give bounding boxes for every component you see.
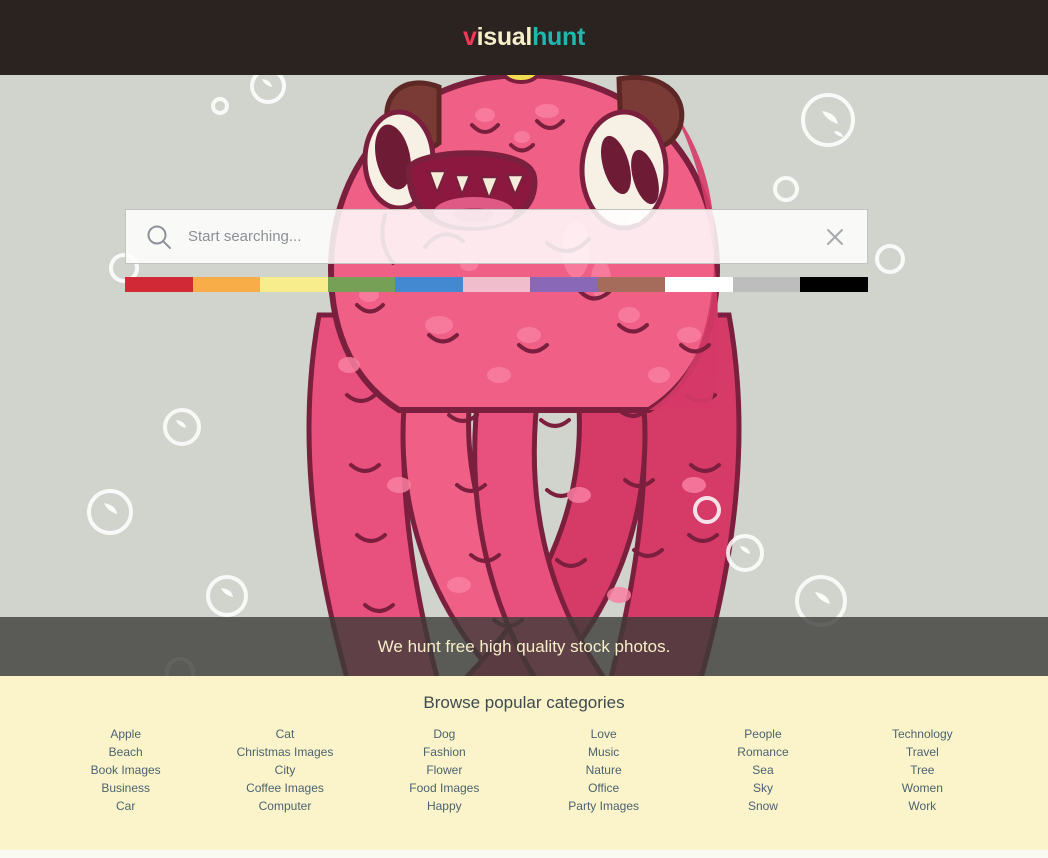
category-link[interactable]: Women <box>843 779 1002 797</box>
category-link[interactable]: Party Images <box>524 797 683 815</box>
category-link[interactable]: Work <box>843 797 1002 815</box>
category-link[interactable]: Beach <box>46 743 205 761</box>
category-link[interactable]: Nature <box>524 761 683 779</box>
category-link[interactable]: Happy <box>365 797 524 815</box>
category-link[interactable]: Computer <box>205 797 364 815</box>
category-link[interactable]: Sea <box>683 761 842 779</box>
color-swatch-black[interactable] <box>800 277 869 292</box>
search-bar[interactable] <box>125 209 868 264</box>
category-link[interactable]: People <box>683 725 842 743</box>
category-column-2: Cat Christmas Images City Coffee Images … <box>205 725 364 815</box>
color-swatch-red[interactable] <box>125 277 193 292</box>
category-link[interactable]: Love <box>524 725 683 743</box>
category-column-4: Love Music Nature Office Party Images <box>524 725 683 815</box>
category-link[interactable]: Travel <box>843 743 1002 761</box>
logo-text-isual: isual <box>476 23 533 51</box>
category-link[interactable]: Christmas Images <box>205 743 364 761</box>
close-icon <box>827 228 843 245</box>
category-link[interactable]: Snow <box>683 797 842 815</box>
search-icon <box>146 224 172 250</box>
color-swatch-white[interactable] <box>665 277 733 292</box>
category-link[interactable]: Romance <box>683 743 842 761</box>
visualhunt-logo[interactable]: visualhunt <box>463 23 585 52</box>
category-link[interactable]: Dog <box>365 725 524 743</box>
category-link[interactable]: Car <box>46 797 205 815</box>
color-swatch-brown[interactable] <box>597 277 666 292</box>
category-link[interactable]: Fashion <box>365 743 524 761</box>
category-link[interactable]: Business <box>46 779 205 797</box>
tagline-bar: We hunt free high quality stock photos. <box>0 617 1048 676</box>
clear-search-button[interactable] <box>825 227 845 247</box>
category-link[interactable]: Food Images <box>365 779 524 797</box>
visualhunt-homepage: visualhunt Start searching... We hunt fr… <box>0 0 1048 858</box>
categories-heading: Browse popular categories <box>423 693 625 712</box>
category-link[interactable]: Technology <box>843 725 1002 743</box>
category-column-3: Dog Fashion Flower Food Images Happy <box>365 725 524 815</box>
color-filter-strip[interactable] <box>125 277 869 292</box>
category-link[interactable]: Coffee Images <box>205 779 364 797</box>
category-column-5: People Romance Sea Sky Snow <box>683 725 842 815</box>
logo-text-hunt: hunt <box>532 23 586 51</box>
category-link[interactable]: Flower <box>365 761 524 779</box>
tagline-text: We hunt free high quality stock photos. <box>377 636 671 656</box>
color-swatch-orange[interactable] <box>192 277 261 292</box>
category-link[interactable]: Tree <box>843 761 1002 779</box>
hero-section <box>0 75 1048 677</box>
category-link[interactable]: Music <box>524 743 683 761</box>
category-link[interactable]: Office <box>524 779 683 797</box>
color-swatch-pink[interactable] <box>462 277 531 292</box>
popular-categories-section: Browse popular categories Apple Beach Bo… <box>0 676 1048 850</box>
categories-columns: Apple Beach Book Images Business Car Cat… <box>0 725 1048 815</box>
color-swatch-gray[interactable] <box>732 277 801 292</box>
color-swatch-purple[interactable] <box>530 277 598 292</box>
category-link[interactable]: Sky <box>683 779 842 797</box>
color-swatch-green[interactable] <box>327 277 396 292</box>
logo-text-v: v <box>462 23 477 51</box>
category-link[interactable]: City <box>205 761 364 779</box>
category-link[interactable]: Book Images <box>46 761 205 779</box>
site-header: visualhunt <box>0 0 1048 75</box>
color-swatch-yellow[interactable] <box>260 277 328 292</box>
category-column-1: Apple Beach Book Images Business Car <box>46 725 205 815</box>
footer-strip <box>0 850 1048 858</box>
category-link[interactable]: Apple <box>46 725 205 743</box>
pink-octopus-monster-illustration <box>306 75 742 677</box>
color-swatch-blue[interactable] <box>395 277 463 292</box>
category-link[interactable]: Cat <box>205 725 364 743</box>
search-input[interactable] <box>188 228 825 245</box>
category-column-6: Technology Travel Tree Women Work <box>843 725 1002 815</box>
